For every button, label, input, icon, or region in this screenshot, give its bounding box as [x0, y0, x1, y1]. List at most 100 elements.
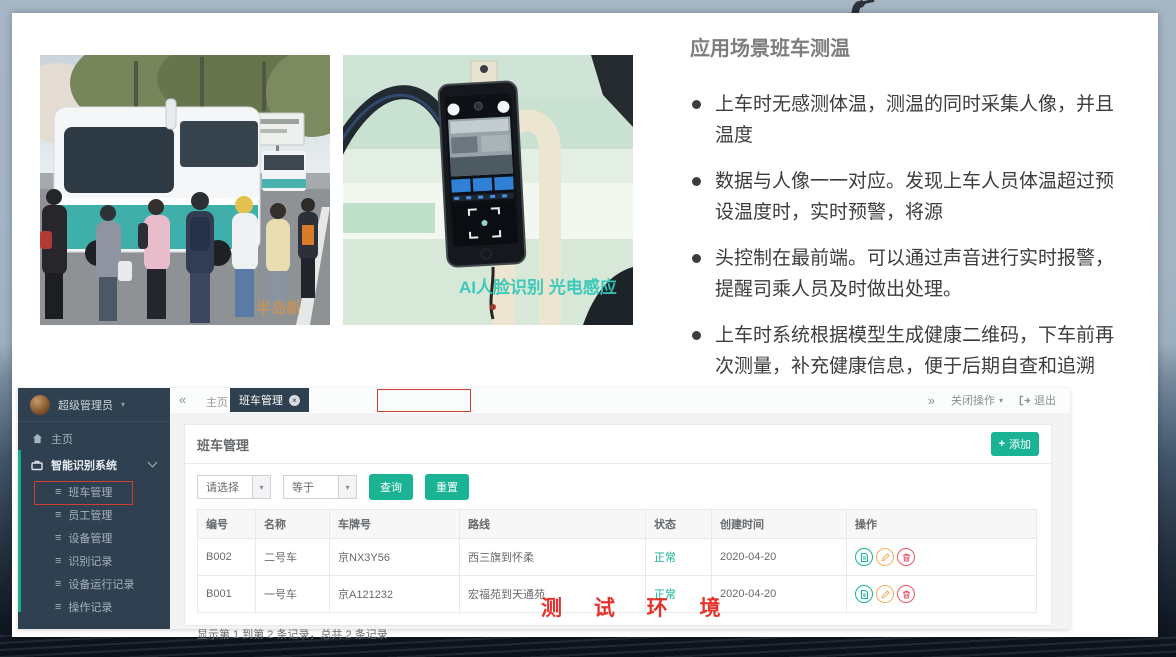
- bullet-icon: [692, 254, 701, 263]
- pencil-icon: [881, 553, 890, 562]
- field-select-value: 请选择: [198, 476, 252, 498]
- red-annotation-box-tab: [377, 389, 471, 412]
- col-route: 路线: [460, 510, 646, 539]
- sidebar-item-label: 班车管理: [68, 484, 112, 500]
- bullet-text: 头控制在最前端。可以通过声音进行实时报警，提醒司乘人员及时做出处理。: [715, 243, 1124, 305]
- panel-title: 班车管理: [197, 435, 249, 454]
- close-tab-icon[interactable]: ×: [289, 395, 300, 406]
- cell-plate: 京A121232: [330, 576, 460, 613]
- table-header-row: 编号 名称 车牌号 路线 状态 创建时间 操作: [198, 510, 1037, 539]
- menu-lines-icon: ≡: [55, 532, 61, 544]
- sidebar-item-label: 主页: [51, 431, 73, 447]
- sign-out-icon: [1019, 395, 1030, 406]
- user-menu[interactable]: 超级管理员 ▾: [18, 388, 170, 422]
- status-badge: 正常: [646, 539, 712, 576]
- home-icon: [32, 433, 43, 444]
- delete-button[interactable]: [897, 585, 915, 603]
- table-row: B002 二号车 京NX3Y56 西三旗到怀柔 正常 2020-04-20: [198, 539, 1037, 576]
- bullet-icon: [692, 100, 701, 109]
- sidebar-item-device-management[interactable]: ≡ 设备管理: [18, 526, 170, 549]
- cell-name: 二号车: [256, 539, 330, 576]
- page-title: 应用场景班车测温: [690, 35, 1124, 63]
- bullet-list: 上车时无感测体温，测温的同时采集人像，并且温度 数据与人像一一对应。发现上车人员…: [690, 89, 1124, 382]
- sidebar-item-recognition-records[interactable]: ≡识别记录: [18, 549, 170, 572]
- col-actions: 操作: [847, 510, 1037, 539]
- col-code: 编号: [198, 510, 256, 539]
- sidebar-item-home[interactable]: 主页: [18, 426, 170, 451]
- tab-bar: « 主页 班车管理 × » 关闭操作 ▾ 退出: [170, 388, 1070, 414]
- tab-home[interactable]: 主页: [206, 394, 228, 410]
- sidebar-item-operation-records[interactable]: ≡ 操作记录: [18, 595, 170, 618]
- cell-code: B002: [198, 539, 256, 576]
- operator-select[interactable]: 等于 ▾: [283, 475, 357, 499]
- caret-down-icon: ▾: [999, 396, 1003, 405]
- add-button[interactable]: +添加: [991, 432, 1039, 456]
- cell-created: 2020-04-20: [712, 539, 847, 576]
- content-area: 班车管理 +添加 请选择 ▾ 等于 ▾ 查询 重置: [170, 413, 1070, 629]
- logout-label: 退出: [1034, 392, 1056, 408]
- caret-down-icon: ▾: [338, 476, 356, 498]
- bullet-item: 数据与人像一一对应。发现上车人员体温超过预设温度时，实时预警，将源: [692, 166, 1124, 228]
- tab-bus-management[interactable]: 班车管理 ×: [230, 388, 309, 412]
- bullet-icon: [692, 331, 701, 340]
- edit-button[interactable]: [876, 548, 894, 566]
- avatar[interactable]: [30, 395, 50, 415]
- delete-button[interactable]: [897, 548, 915, 566]
- operator-select-value: 等于: [284, 476, 338, 498]
- panel-header: 班车管理 +添加: [185, 425, 1051, 464]
- temperature-device-photo: AI人脸识别 光电感应: [343, 55, 633, 325]
- sidebar-item-label: 员工管理: [68, 507, 112, 523]
- sidebar-item-device-run-records[interactable]: ≡ 设备运行记录: [18, 572, 170, 595]
- col-created: 创建时间: [712, 510, 847, 539]
- menu-lines-icon: ≡: [55, 578, 61, 590]
- sidebar-item-label: 设备管理: [68, 530, 112, 546]
- col-plate: 车牌号: [330, 510, 460, 539]
- sidebar-group-recognition-system[interactable]: 智能识别系统: [18, 451, 170, 478]
- photo-overlay-text: AI人脸识别 光电感应: [459, 277, 617, 297]
- sidebar-item-bus-management[interactable]: ≡ 班车管理: [18, 480, 170, 503]
- description-column: 应用场景班车测温 上车时无感测体温，测温的同时采集人像，并且温度 数据与人像一一…: [690, 35, 1124, 397]
- bullet-item: 头控制在最前端。可以通过声音进行实时报警，提醒司乘人员及时做出处理。: [692, 243, 1124, 305]
- view-button[interactable]: [855, 585, 873, 603]
- tab-bar-actions: » 关闭操作 ▾ 退出: [928, 388, 1056, 412]
- sidebar-submenu: ≡ 班车管理 ≡ 员工管理 ≡ 设备管理 ≡识别记录 ≡ 设备运行记录 ≡ 操作记录: [18, 480, 170, 618]
- close-operations-dropdown[interactable]: 关闭操作 ▾: [951, 392, 1003, 408]
- close-operations-label: 关闭操作: [951, 392, 995, 408]
- field-select[interactable]: 请选择 ▾: [197, 475, 271, 499]
- menu-lines-icon: ≡: [55, 601, 61, 613]
- collapse-tabs-icon[interactable]: «: [179, 392, 186, 407]
- photo-watermark: 半岛新: [256, 299, 301, 317]
- logout-button[interactable]: 退出: [1019, 392, 1056, 408]
- edit-button[interactable]: [876, 585, 894, 603]
- col-name: 名称: [256, 510, 330, 539]
- menu-lines-icon: ≡: [55, 509, 61, 521]
- briefcase-icon: [31, 459, 43, 471]
- user-name: 超级管理员: [58, 397, 113, 413]
- view-button[interactable]: [855, 548, 873, 566]
- search-button[interactable]: 查询: [369, 474, 413, 500]
- device: [438, 81, 525, 267]
- bullet-text: 上车时系统根据模型生成健康二维码，下车前再次测量，补充健康信息，便于后期自查和追…: [715, 320, 1124, 382]
- bus-management-panel: 班车管理 +添加 请选择 ▾ 等于 ▾ 查询 重置: [184, 424, 1052, 626]
- sidebar-item-label: 操作记录: [68, 599, 112, 615]
- plus-icon: +: [999, 438, 1005, 450]
- sidebar-item-employee-management[interactable]: ≡ 员工管理: [18, 503, 170, 526]
- record-count-summary: 显示第 1 到第 2 条记录，总共 2 条记录: [197, 626, 1039, 642]
- menu-lines-icon: ≡: [55, 486, 61, 498]
- bullet-text: 上车时无感测体温，测温的同时采集人像，并且温度: [715, 89, 1124, 151]
- chevron-down-icon: [148, 458, 158, 468]
- reset-button[interactable]: 重置: [425, 474, 469, 500]
- sidebar-item-label: 设备运行记录: [68, 576, 134, 592]
- caret-down-icon: ▾: [252, 476, 270, 498]
- test-environment-watermark: 测 试 环 境: [541, 592, 734, 622]
- expand-tabs-icon[interactable]: »: [928, 393, 935, 408]
- admin-screenshot: 超级管理员 ▾ 主页 智能识别系统 ≡ 班车管理 ≡ 员工管理 ≡ 设备管理 ≡识别记…: [18, 388, 1070, 629]
- sidebar: 超级管理员 ▾ 主页 智能识别系统 ≡ 班车管理 ≡ 员工管理 ≡ 设备管理 ≡识别记…: [18, 388, 170, 629]
- file-icon: [860, 590, 869, 599]
- pencil-icon: [881, 590, 890, 599]
- cell-code: B001: [198, 576, 256, 613]
- bullet-text: 数据与人像一一对应。发现上车人员体温超过预设温度时，实时预警，将源: [715, 166, 1124, 228]
- cell-route: 西三旗到怀柔: [460, 539, 646, 576]
- sidebar-group-label: 智能识别系统: [51, 457, 117, 473]
- bus-queue-photo: 半岛新: [40, 55, 330, 325]
